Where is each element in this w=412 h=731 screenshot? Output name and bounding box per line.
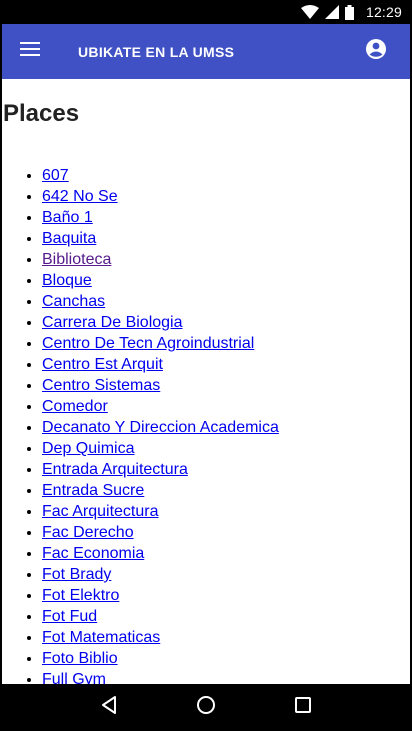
main-content: Places 607 642 No Se Baño 1 Baquita Bibliote… (2, 79, 410, 684)
place-link[interactable]: Baño 1 (42, 209, 93, 226)
list-item: Fot Brady (42, 564, 279, 585)
list-item: Fac Derecho (42, 522, 279, 543)
status-time: 12:29 (365, 4, 402, 20)
list-item: Entrada Sucre (42, 480, 279, 501)
list-item: Biblioteca (42, 249, 279, 270)
status-bar: 12:29 (0, 0, 412, 24)
place-link[interactable]: Entrada Sucre (42, 482, 144, 499)
list-item: 607 (42, 165, 279, 186)
list-item: Full Gym (42, 669, 279, 684)
app-title: UBIKATE EN LA UMSS (78, 43, 235, 60)
list-item: 642 No Se (42, 186, 279, 207)
place-link[interactable]: Comedor (42, 398, 108, 415)
account-circle-icon (365, 38, 387, 65)
list-item: Bloque (42, 270, 279, 291)
list-item: Fac Arquitectura (42, 501, 279, 522)
place-link[interactable]: Fot Matematicas (42, 629, 160, 646)
account-button[interactable] (348, 24, 404, 79)
place-link[interactable]: Fac Arquitectura (42, 503, 159, 520)
places-list: 607 642 No Se Baño 1 Baquita Biblioteca Bloqu… (42, 165, 279, 684)
signal-icon (324, 5, 339, 19)
place-link[interactable]: Decanato Y Direccion Academica (42, 419, 279, 436)
place-link[interactable]: Foto Biblio (42, 650, 118, 667)
list-item: Centro De Tecn Agroindustrial (42, 333, 279, 354)
place-link[interactable]: Bloque (42, 272, 92, 289)
place-link[interactable]: Centro Est Arquit (42, 356, 163, 373)
app-bar: UBIKATE EN LA UMSS (2, 24, 410, 79)
place-link[interactable]: Centro Sistemas (42, 377, 160, 394)
list-item: Comedor (42, 396, 279, 417)
home-button[interactable] (182, 684, 230, 731)
place-link[interactable]: Fot Elektro (42, 587, 119, 604)
list-item: Fot Matematicas (42, 627, 279, 648)
list-item: Fot Fud (42, 606, 279, 627)
back-icon (101, 696, 117, 719)
place-link[interactable]: Fac Economia (42, 545, 144, 562)
home-icon (196, 695, 216, 720)
list-item: Decanato Y Direccion Academica (42, 417, 279, 438)
place-link[interactable]: Carrera De Biologia (42, 314, 183, 331)
place-link[interactable]: Fot Brady (42, 566, 111, 583)
page-title: Places (3, 100, 80, 127)
place-link[interactable]: Entrada Arquitectura (42, 461, 188, 478)
place-link[interactable]: 607 (42, 167, 69, 184)
place-link[interactable]: Centro De Tecn Agroindustrial (42, 335, 254, 352)
list-item: Fac Economia (42, 543, 279, 564)
list-item: Entrada Arquitectura (42, 459, 279, 480)
place-link[interactable]: Baquita (42, 230, 96, 247)
list-item: Fot Elektro (42, 585, 279, 606)
place-link[interactable]: Fot Fud (42, 608, 97, 625)
place-link[interactable]: Canchas (42, 293, 105, 310)
menu-icon (20, 42, 40, 61)
list-item: Centro Sistemas (42, 375, 279, 396)
recents-icon (295, 697, 312, 718)
list-item: Foto Biblio (42, 648, 279, 669)
place-link[interactable]: Biblioteca (42, 251, 111, 268)
place-link[interactable]: 642 No Se (42, 188, 118, 205)
system-nav-bar (0, 684, 412, 731)
battery-icon (344, 4, 354, 20)
place-link[interactable]: Dep Quimica (42, 440, 134, 457)
place-link[interactable]: Full Gym (42, 671, 106, 684)
wifi-icon (300, 5, 319, 19)
recents-button[interactable] (279, 684, 327, 731)
list-item: Baño 1 (42, 207, 279, 228)
list-item: Centro Est Arquit (42, 354, 279, 375)
list-item: Canchas (42, 291, 279, 312)
menu-button[interactable] (2, 24, 58, 79)
place-link[interactable]: Fac Derecho (42, 524, 134, 541)
list-item: Baquita (42, 228, 279, 249)
list-item: Carrera De Biologia (42, 312, 279, 333)
back-button[interactable] (85, 684, 133, 731)
list-item: Dep Quimica (42, 438, 279, 459)
